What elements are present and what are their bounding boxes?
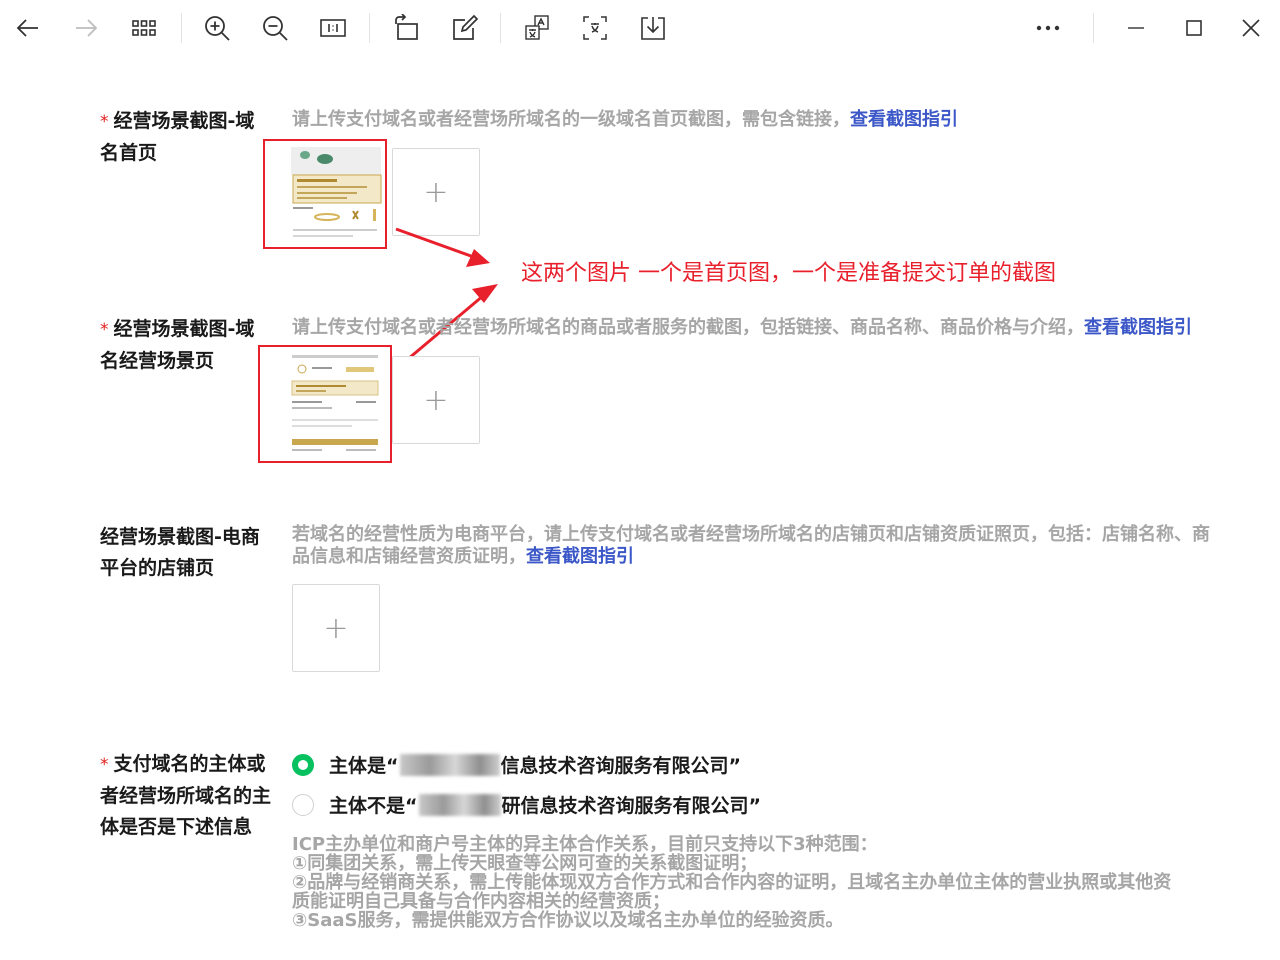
- radio-label-suffix: 研信息技术咨询服务有限公司”: [501, 795, 762, 817]
- screenshot-guide-link[interactable]: 查看截图指引: [850, 109, 958, 130]
- forward-arrow-icon[interactable]: [66, 8, 106, 48]
- rotate-icon[interactable]: [386, 8, 426, 48]
- screenshot-guide-link[interactable]: 查看截图指引: [526, 546, 634, 567]
- ocr-icon[interactable]: [575, 8, 615, 48]
- viewer-toolbar: [0, 0, 1280, 57]
- radio-option-is-subject[interactable]: 主体是“ 信息技术咨询服务有限公司”: [292, 751, 741, 778]
- hint-text: 若域名的经营性质为电商平台，请上传支付域名或者经营场所域名的店铺页和店铺资质证照…: [292, 524, 1210, 567]
- redacted-company-name: [399, 753, 500, 776]
- radio-label-prefix: 主体是“: [329, 755, 399, 777]
- grid-view-icon[interactable]: [124, 8, 164, 48]
- radio-button-unselected[interactable]: [292, 793, 314, 816]
- screenshot-guide-link[interactable]: 查看截图指引: [1084, 317, 1192, 338]
- toolbar-divider: [500, 13, 501, 43]
- hint-text: 请上传支付域名或者经营场所域名的商品或者服务的截图，包括链接、商品名称、商品价格…: [292, 317, 1084, 338]
- hint-text: 请上传支付域名或者经营场所域名的一级域名首页截图，需包含链接，: [292, 109, 850, 130]
- note-line: ②品牌与经销商关系，需上传能体现双方合作方式和合作内容的证明，且域名主办单位主体…: [292, 872, 1172, 893]
- zoom-out-icon[interactable]: [255, 8, 295, 48]
- zoom-in-icon[interactable]: [197, 8, 237, 48]
- subject-notes: ICP主办单位和商户号主体的异主体合作关系，目前只支持以下3种范围： ①同集团关…: [292, 835, 1252, 930]
- required-mark: *: [100, 320, 109, 340]
- field-label-homepage: * 经营场景截图-域名首页: [100, 106, 270, 169]
- radio-label-prefix: 主体不是“: [329, 795, 418, 817]
- toolbar-divider: [369, 13, 370, 43]
- annotation-note: 这两个图片 一个是首页图，一个是准备提交订单的截图: [521, 261, 1056, 286]
- uploaded-scene-thumbnail[interactable]: [258, 345, 392, 463]
- minimize-icon[interactable]: [1116, 8, 1156, 48]
- note-line: ICP主办单位和商户号主体的异主体合作关系，目前只支持以下3种范围：: [292, 834, 878, 855]
- field-label-text: 经营场景截图-电商平台的店铺页: [100, 526, 260, 579]
- field-label-shop: 经营场景截图-电商平台的店铺页: [100, 522, 272, 584]
- add-image-icon: +: [323, 610, 349, 646]
- field-hint-scene: 请上传支付域名或者经营场所域名的商品或者服务的截图，包括链接、商品名称、商品价格…: [292, 317, 1280, 339]
- scene-screenshot-image: [260, 347, 390, 461]
- redacted-company-name: [418, 793, 501, 816]
- homepage-screenshot-image: [265, 141, 385, 247]
- field-hint-homepage: 请上传支付域名或者经营场所域名的一级域名首页截图，需包含链接，查看截图指引: [292, 109, 1252, 131]
- form-panel: * 经营场景截图-域名首页 请上传支付域名或者经营场所域名的一级域名首页截图，需包…: [66, 57, 1280, 960]
- close-icon[interactable]: [1231, 8, 1271, 48]
- toolbar-divider: [181, 13, 182, 43]
- radio-option-not-subject[interactable]: 主体不是“ 研信息技术咨询服务有限公司”: [292, 791, 761, 818]
- uploaded-homepage-thumbnail[interactable]: [263, 139, 387, 249]
- translate-icon[interactable]: [517, 8, 557, 48]
- field-label-text: 支付域名的主体或者经营场所域名的主体是否是下述信息: [100, 753, 272, 838]
- required-mark: *: [100, 112, 109, 132]
- upload-box-shop[interactable]: +: [292, 584, 380, 672]
- note-line: 质能证明自己具备与合作内容相关的经营资质；: [292, 891, 670, 912]
- field-label-text: 经营场景截图-域名首页: [100, 110, 255, 164]
- radio-label-suffix: 信息技术咨询服务有限公司”: [500, 755, 742, 777]
- field-hint-shop: 若域名的经营性质为电商平台，请上传支付域名或者经营场所域名的店铺页和店铺资质证照…: [292, 524, 1227, 568]
- upload-box-scene[interactable]: +: [392, 356, 480, 444]
- field-label-subject: * 支付域名的主体或者经营场所域名的主体是否是下述信息: [100, 749, 272, 843]
- save-icon[interactable]: [633, 8, 673, 48]
- actual-size-icon[interactable]: [313, 8, 353, 48]
- back-arrow-icon[interactable]: [8, 8, 48, 48]
- toolbar-divider: [1093, 13, 1094, 43]
- field-label-scene: * 经营场景截图-域名经营场景页: [100, 314, 270, 377]
- note-line: ①同集团关系，需上传天眼查等公网可查的关系截图证明；: [292, 853, 758, 874]
- edit-icon[interactable]: [445, 8, 485, 48]
- field-label-text: 经营场景截图-域名经营场景页: [100, 318, 255, 372]
- required-mark: *: [100, 755, 109, 775]
- note-line: ③SaaS服务，需提供能双方合作协议以及域名主办单位的经验资质。: [292, 910, 844, 931]
- more-icon[interactable]: [1028, 8, 1068, 48]
- maximize-icon[interactable]: [1174, 8, 1214, 48]
- add-image-icon: +: [423, 382, 449, 418]
- annotation-arrows: [395, 227, 498, 361]
- radio-button-selected[interactable]: [292, 753, 314, 776]
